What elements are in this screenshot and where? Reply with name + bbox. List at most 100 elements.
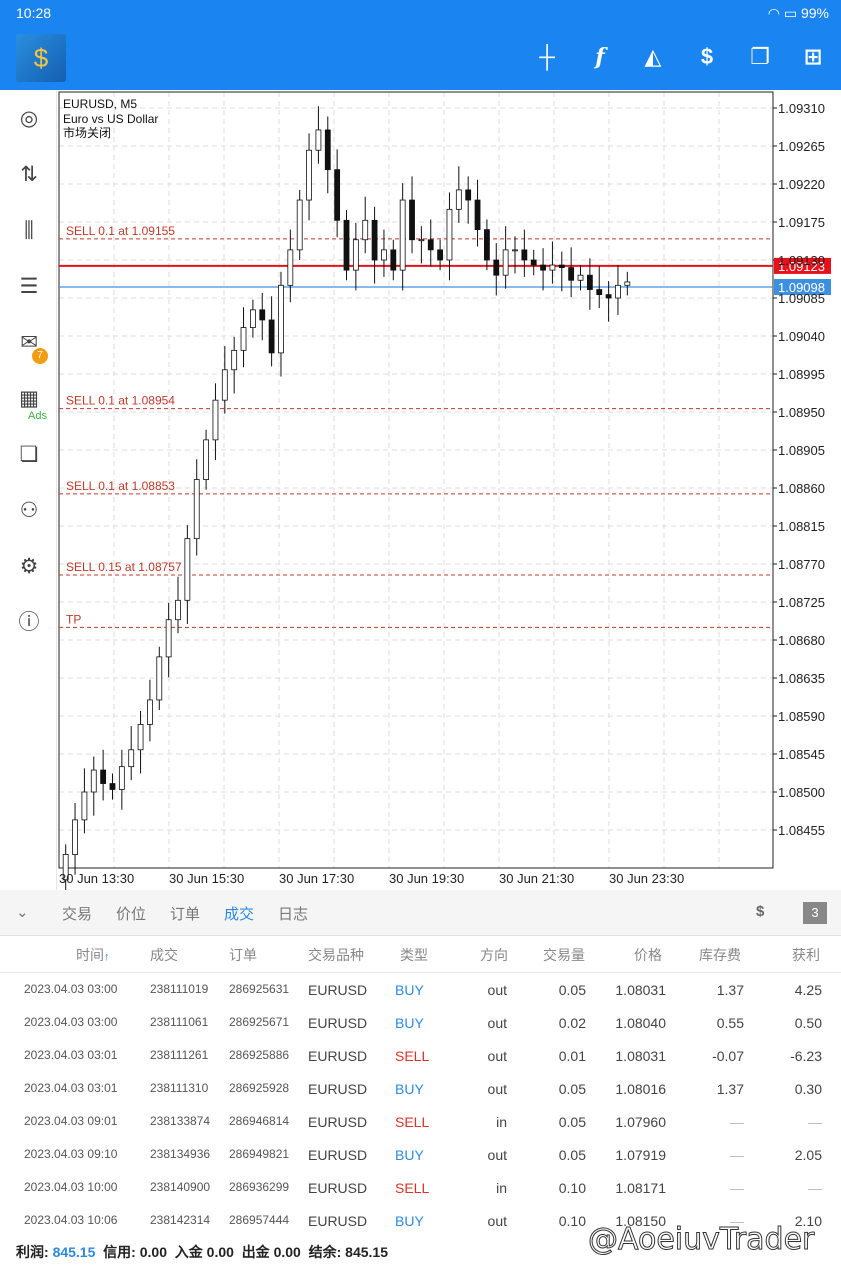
quotes-icon[interactable]: ⇅ bbox=[12, 158, 46, 192]
cell-swap: — bbox=[730, 1147, 744, 1163]
candle bbox=[221, 369, 228, 401]
table-row[interactable]: 2023.04.03 03:00 238111019 286925631 EURUSD… bbox=[0, 974, 841, 1007]
candle bbox=[474, 199, 481, 230]
candle bbox=[147, 699, 153, 725]
candle bbox=[72, 819, 78, 855]
terminal-tabs: ⌄ 交易 价位 订单 成交 日志 $ 3 bbox=[0, 890, 841, 936]
tab-orders[interactable]: 订单 bbox=[170, 903, 200, 924]
candle bbox=[296, 199, 303, 251]
table-row[interactable]: 2023.04.03 03:01 238111261 286925886 EURUSD… bbox=[0, 1040, 841, 1073]
trade-list-icon[interactable]: ☰ bbox=[12, 270, 46, 304]
candle bbox=[409, 199, 415, 241]
cell-deal: 238134936 bbox=[150, 1147, 211, 1161]
order-line-label: SELL 0.1 at 1.09155 bbox=[66, 224, 175, 238]
candle bbox=[427, 239, 434, 251]
cell-order: 286936299 bbox=[229, 1180, 290, 1194]
cell-order: 286946814 bbox=[229, 1114, 290, 1128]
function-icon[interactable]: f bbox=[585, 42, 615, 72]
col-symbol[interactable]: 交易品种 bbox=[308, 945, 364, 965]
candle bbox=[446, 208, 453, 261]
calendar-badge[interactable]: 3 bbox=[803, 902, 827, 924]
candle bbox=[596, 289, 603, 296]
crosshair-icon[interactable]: ┼ bbox=[532, 42, 562, 72]
tab-trade[interactable]: 交易 bbox=[62, 903, 92, 924]
cell-swap: 1.37 bbox=[716, 1081, 744, 1097]
info-icon[interactable]: ⓘ bbox=[12, 606, 46, 640]
col-swap[interactable]: 库存费 bbox=[699, 945, 741, 965]
cell-direction: in bbox=[496, 1114, 507, 1130]
time-tick-label: 30 Jun 17:30 bbox=[279, 871, 354, 886]
account-summary: 利润: 845.15 信用: 0.00 入金 0.00 出金 0.00 结余: … bbox=[16, 1244, 388, 1260]
cell-time: 2023.04.03 03:00 bbox=[24, 982, 118, 996]
chat-icon[interactable]: ❏ bbox=[12, 438, 46, 472]
cell-time: 2023.04.03 09:01 bbox=[24, 1114, 118, 1128]
windows-icon[interactable]: ❐ bbox=[745, 42, 775, 72]
new-order-icon[interactable]: ⊞ bbox=[798, 42, 828, 72]
candle bbox=[343, 219, 350, 271]
table-row[interactable]: 2023.04.03 10:00 238140900 286936299 EURUSD… bbox=[0, 1172, 841, 1205]
candle bbox=[212, 399, 219, 441]
cell-order: 286925886 bbox=[229, 1048, 290, 1062]
candle bbox=[193, 479, 200, 540]
candle bbox=[493, 259, 500, 276]
price-tick-label: 1.08770 bbox=[778, 557, 825, 572]
price-tick-label: 1.08455 bbox=[778, 823, 825, 838]
candle bbox=[231, 349, 238, 371]
cell-type: BUY bbox=[395, 1081, 424, 1097]
app-logo[interactable]: $ bbox=[16, 34, 66, 82]
col-type[interactable]: 类型 bbox=[400, 945, 428, 965]
cell-swap: -0.07 bbox=[712, 1048, 744, 1064]
time-tick-label: 30 Jun 13:30 bbox=[59, 871, 134, 886]
cell-swap: — bbox=[730, 1180, 744, 1196]
order-line-label: TP bbox=[66, 612, 81, 626]
cell-direction: out bbox=[487, 1213, 507, 1229]
cell-symbol: EURUSD bbox=[308, 1213, 368, 1229]
trade-icon[interactable]: $ bbox=[692, 42, 722, 72]
cell-price: 1.08040 bbox=[615, 1015, 666, 1031]
cell-profit: — bbox=[808, 1114, 822, 1130]
col-deal[interactable]: 成交 bbox=[150, 945, 178, 965]
cell-volume: 0.10 bbox=[558, 1213, 586, 1229]
cell-direction: out bbox=[487, 1081, 507, 1097]
status-bar: 10:28 ◠ ▭ 99% bbox=[0, 0, 841, 26]
tab-journal[interactable]: 日志 bbox=[278, 903, 308, 924]
cell-price: 1.07919 bbox=[615, 1147, 666, 1163]
cell-symbol: EURUSD bbox=[308, 1048, 368, 1064]
candle bbox=[568, 267, 575, 281]
community-icon[interactable]: ⚇ bbox=[12, 494, 46, 528]
objects-icon[interactable]: ◭ bbox=[638, 42, 668, 72]
table-row[interactable]: 2023.04.03 09:10 238134936 286949821 EURUSD… bbox=[0, 1139, 841, 1172]
candle bbox=[371, 219, 378, 261]
col-time[interactable]: 时间↑ bbox=[76, 945, 110, 965]
cell-profit: 2.05 bbox=[794, 1147, 822, 1163]
tab-deals[interactable]: 成交 bbox=[224, 903, 254, 924]
watermark: @AoeiuvTrader bbox=[587, 1222, 815, 1258]
wifi-icon: ◠ ▭ bbox=[767, 5, 801, 21]
sidebar: ◎ ⇅ ⫼ ☰ ✉ ▦ ❏ ⚇ ⚙ ⓘ bbox=[0, 90, 57, 890]
chart-icon[interactable]: ⫼ bbox=[12, 214, 46, 248]
table-row[interactable]: 2023.04.03 09:01 238133874 286946814 EURUSD… bbox=[0, 1106, 841, 1139]
trade-icon[interactable]: $ bbox=[756, 903, 764, 920]
settings-icon[interactable]: ⚙ bbox=[12, 550, 46, 584]
cell-volume: 0.05 bbox=[558, 982, 586, 998]
cell-type: BUY bbox=[395, 1147, 424, 1163]
cell-deal: 238142314 bbox=[150, 1213, 211, 1227]
col-profit[interactable]: 获利 bbox=[792, 945, 820, 965]
cell-volume: 0.01 bbox=[558, 1048, 586, 1064]
account-icon[interactable]: ◎ bbox=[12, 102, 46, 136]
col-order[interactable]: 订单 bbox=[229, 945, 257, 965]
candle bbox=[558, 264, 565, 268]
col-price[interactable]: 价格 bbox=[634, 945, 662, 965]
tab-quotes[interactable]: 价位 bbox=[116, 903, 146, 924]
price-chart[interactable]: SELL 0.1 at 1.09155 SELL 0.1 at 1.08954 SE… bbox=[57, 90, 841, 890]
cell-swap: 0.55 bbox=[716, 1015, 744, 1031]
col-volume[interactable]: 交易量 bbox=[543, 945, 585, 965]
col-direction[interactable]: 方向 bbox=[480, 945, 508, 965]
cell-order: 286925928 bbox=[229, 1081, 290, 1095]
table-row[interactable]: 2023.04.03 03:01 238111310 286925928 EURUSD… bbox=[0, 1073, 841, 1106]
candle bbox=[278, 284, 284, 354]
collapse-chevron-icon[interactable]: ⌄ bbox=[16, 903, 29, 921]
candle bbox=[465, 189, 472, 201]
table-row[interactable]: 2023.04.03 03:00 238111061 286925671 EURUSD… bbox=[0, 1007, 841, 1040]
candle bbox=[418, 239, 425, 242]
